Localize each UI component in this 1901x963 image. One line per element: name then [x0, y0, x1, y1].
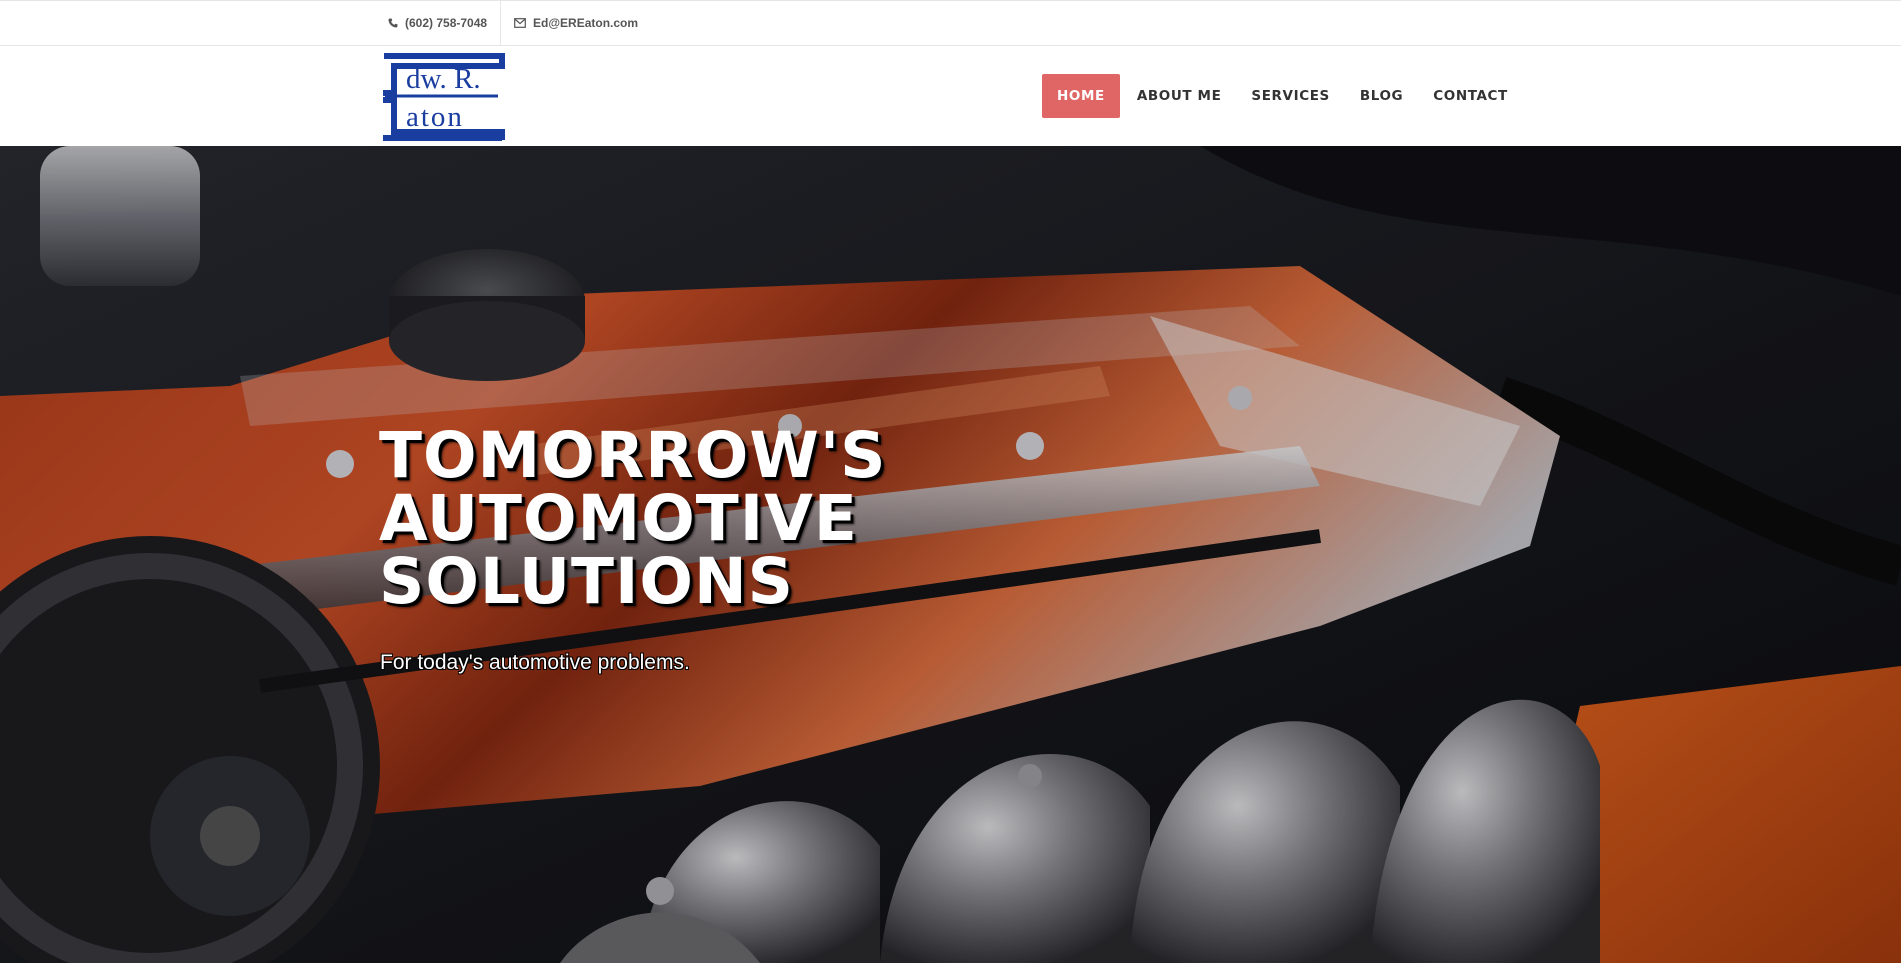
hero-title: TOMORROW'S AUTOMOTIVE SOLUTIONS	[379, 424, 887, 613]
hero-subtitle: For today's automotive problems.	[380, 651, 690, 674]
hero-section: TOMORROW'S AUTOMOTIVE SOLUTIONS For toda…	[0, 146, 1901, 963]
email-address: Ed@EREaton.com	[533, 16, 639, 30]
nav-blog[interactable]: BLOG	[1345, 74, 1418, 118]
main-nav: HOME ABOUT ME SERVICES BLOG CONTACT	[1042, 74, 1523, 118]
phone-link[interactable]: (602) 758-7048	[388, 1, 487, 45]
email-link[interactable]: Ed@EREaton.com	[514, 1, 638, 45]
phone-number: (602) 758-7048	[405, 16, 488, 30]
hero-title-line-3: SOLUTIONS	[379, 545, 795, 618]
top-contact-bar: (602) 758-7048 Ed@EREaton.com	[0, 0, 1901, 46]
car-engine-photo	[0, 146, 1901, 963]
nav-about-me[interactable]: ABOUT ME	[1122, 74, 1237, 118]
topbar-divider	[500, 1, 501, 45]
logo-line-2: aton	[406, 101, 464, 133]
hero-title-line-2: AUTOMOTIVE	[379, 482, 858, 555]
phone-icon	[388, 18, 398, 28]
envelope-icon	[514, 18, 526, 28]
hero-title-line-1: TOMORROW'S	[379, 419, 887, 492]
nav-home[interactable]: HOME	[1042, 74, 1120, 118]
nav-services[interactable]: SERVICES	[1236, 74, 1344, 118]
site-header: dw. R. aton HOME ABOUT ME SERVICES BLOG …	[0, 46, 1901, 146]
nav-contact[interactable]: CONTACT	[1418, 74, 1523, 118]
logo-line-1: dw. R.	[406, 63, 481, 95]
site-logo[interactable]: dw. R. aton	[380, 52, 508, 142]
